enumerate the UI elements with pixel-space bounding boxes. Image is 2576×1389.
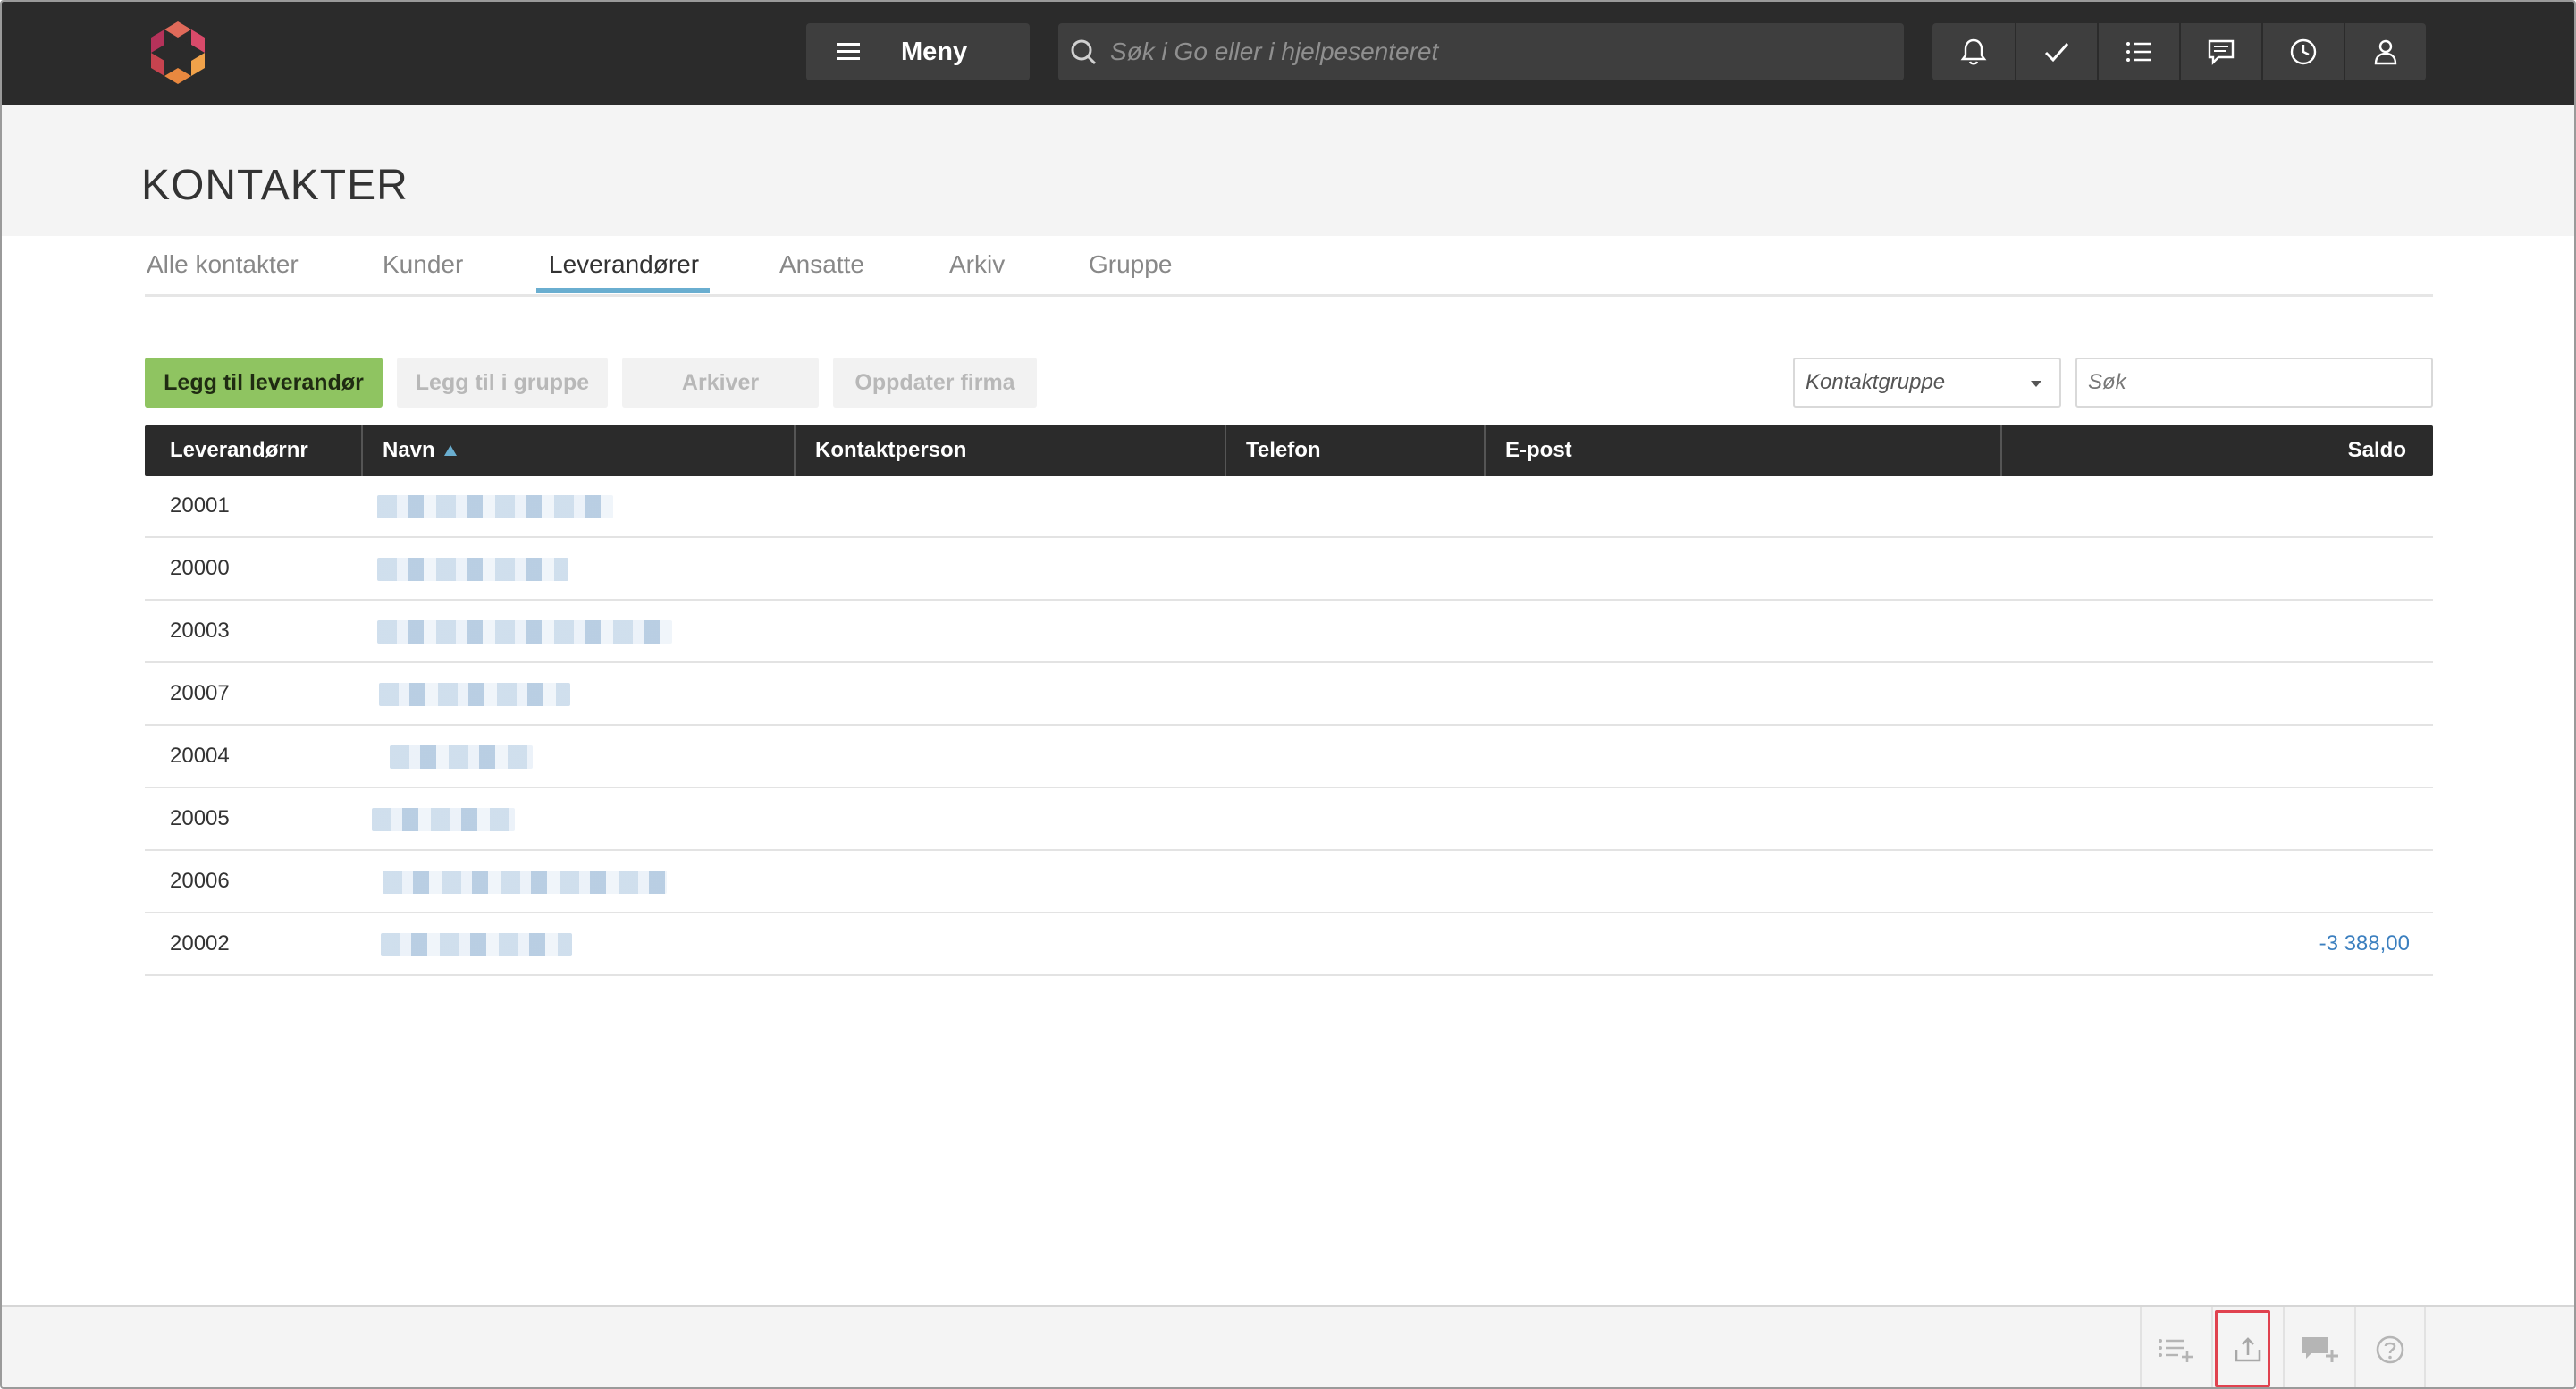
- table-row[interactable]: 20000: [145, 538, 2433, 601]
- table-row[interactable]: 20003: [145, 601, 2433, 663]
- list-button[interactable]: [2097, 23, 2179, 80]
- redacted-name: [377, 620, 672, 644]
- tasks-button[interactable]: [2015, 23, 2097, 80]
- cell-supplier-number: 20006: [170, 869, 230, 893]
- bottom-toolbar: [2, 1305, 2574, 1387]
- help-icon: [2376, 1335, 2404, 1364]
- messages-button[interactable]: [2179, 23, 2261, 80]
- redacted-name: [381, 933, 572, 956]
- top-navigation-bar: Meny Søk i Go eller i hjelpesenteret: [2, 2, 2574, 105]
- column-header-navn-label: Navn: [383, 438, 435, 462]
- update-company-button[interactable]: Oppdater firma: [833, 358, 1037, 408]
- list-icon: [2126, 42, 2151, 62]
- cell-supplier-number: 20005: [170, 806, 230, 830]
- add-to-group-button[interactable]: Legg til i gruppe: [397, 358, 608, 408]
- redacted-name: [390, 745, 533, 769]
- cell-supplier-number: 20007: [170, 681, 230, 705]
- page-header: KONTAKTER: [2, 105, 2574, 236]
- column-divider: [1484, 425, 1486, 476]
- clock-icon: [2290, 38, 2317, 65]
- table-row[interactable]: 20001: [145, 476, 2433, 538]
- tab-kunder[interactable]: Kunder: [383, 250, 463, 290]
- table-row[interactable]: 20006: [145, 851, 2433, 913]
- tab-ansatte[interactable]: Ansatte: [779, 250, 864, 290]
- redacted-name: [383, 871, 667, 894]
- tab-alle-kontakter[interactable]: Alle kontakter: [147, 250, 299, 290]
- contact-tabs: Alle kontakter Kunder Leverandører Ansat…: [145, 236, 2433, 297]
- add-list-icon: [2159, 1339, 2193, 1362]
- search-icon: [1071, 39, 1097, 65]
- top-icon-group: [1932, 23, 2426, 80]
- redacted-name: [377, 495, 613, 518]
- chevron-down-icon: [2031, 381, 2041, 387]
- global-search-placeholder: Søk i Go eller i hjelpesenteret: [1110, 38, 1439, 65]
- contact-group-value: Kontaktgruppe: [1806, 370, 1946, 394]
- cell-supplier-number: 20001: [170, 493, 230, 518]
- menu-button[interactable]: Meny: [806, 23, 1030, 80]
- sort-ascending-icon: [443, 445, 457, 456]
- archive-button[interactable]: Arkiver: [622, 358, 819, 408]
- table-search-input[interactable]: [2075, 358, 2433, 408]
- cell-saldo: -3 388,00: [2319, 931, 2410, 955]
- menu-label: Meny: [901, 37, 968, 66]
- check-icon: [2044, 43, 2069, 63]
- chat-icon: [2208, 39, 2235, 65]
- table-header: Leverandørnr Navn Kontaktperson Telefon …: [145, 425, 2433, 476]
- table-row[interactable]: 20004: [145, 726, 2433, 788]
- table-row[interactable]: 20002 -3 388,00: [145, 913, 2433, 976]
- table-row[interactable]: 20007: [145, 663, 2433, 726]
- app-logo-icon[interactable]: [143, 18, 213, 88]
- add-list-button[interactable]: [2140, 1307, 2211, 1387]
- column-divider: [794, 425, 796, 476]
- add-comment-button[interactable]: [2283, 1307, 2354, 1387]
- column-divider: [361, 425, 363, 476]
- notifications-button[interactable]: [1932, 23, 2015, 80]
- tab-leverandorer[interactable]: Leverandører: [549, 250, 699, 290]
- add-comment-icon: [2302, 1337, 2338, 1362]
- contact-group-dropdown[interactable]: Kontaktgruppe: [1793, 358, 2061, 408]
- history-button[interactable]: [2261, 23, 2344, 80]
- add-supplier-button[interactable]: Legg til leverandør: [145, 358, 383, 408]
- column-header-leverandornr[interactable]: Leverandørnr: [170, 425, 308, 476]
- column-header-epost[interactable]: E-post: [1505, 425, 1572, 476]
- tab-arkiv[interactable]: Arkiv: [949, 250, 1005, 290]
- page-title: KONTAKTER: [141, 162, 408, 209]
- column-header-saldo[interactable]: Saldo: [2348, 425, 2406, 476]
- column-header-kontaktperson[interactable]: Kontaktperson: [815, 425, 966, 476]
- highlight-frame: [2215, 1310, 2270, 1387]
- redacted-name: [372, 808, 515, 831]
- help-button[interactable]: [2354, 1307, 2426, 1387]
- bell-icon: [1960, 38, 1987, 65]
- user-icon: [2374, 39, 2397, 65]
- cell-supplier-number: 20002: [170, 931, 230, 955]
- cell-supplier-number: 20003: [170, 619, 230, 643]
- redacted-name: [377, 558, 568, 581]
- global-search-field[interactable]: Søk i Go eller i hjelpesenteret: [1058, 23, 1904, 80]
- column-divider: [1225, 425, 1226, 476]
- cell-supplier-number: 20000: [170, 556, 230, 580]
- profile-button[interactable]: [2344, 23, 2426, 80]
- app-window: Meny Søk i Go eller i hjelpesenteret KON…: [0, 0, 2576, 1389]
- cell-supplier-number: 20004: [170, 744, 230, 768]
- column-header-telefon[interactable]: Telefon: [1246, 425, 1321, 476]
- suppliers-table: Leverandørnr Navn Kontaktperson Telefon …: [145, 425, 2433, 976]
- redacted-name: [379, 683, 570, 706]
- export-button[interactable]: [2211, 1307, 2283, 1387]
- column-header-navn[interactable]: Navn: [383, 425, 457, 476]
- table-row[interactable]: 20005: [145, 788, 2433, 851]
- tab-gruppe[interactable]: Gruppe: [1089, 250, 1172, 290]
- hamburger-icon: [837, 43, 860, 61]
- active-tab-indicator: [536, 288, 710, 293]
- column-divider: [2000, 425, 2002, 476]
